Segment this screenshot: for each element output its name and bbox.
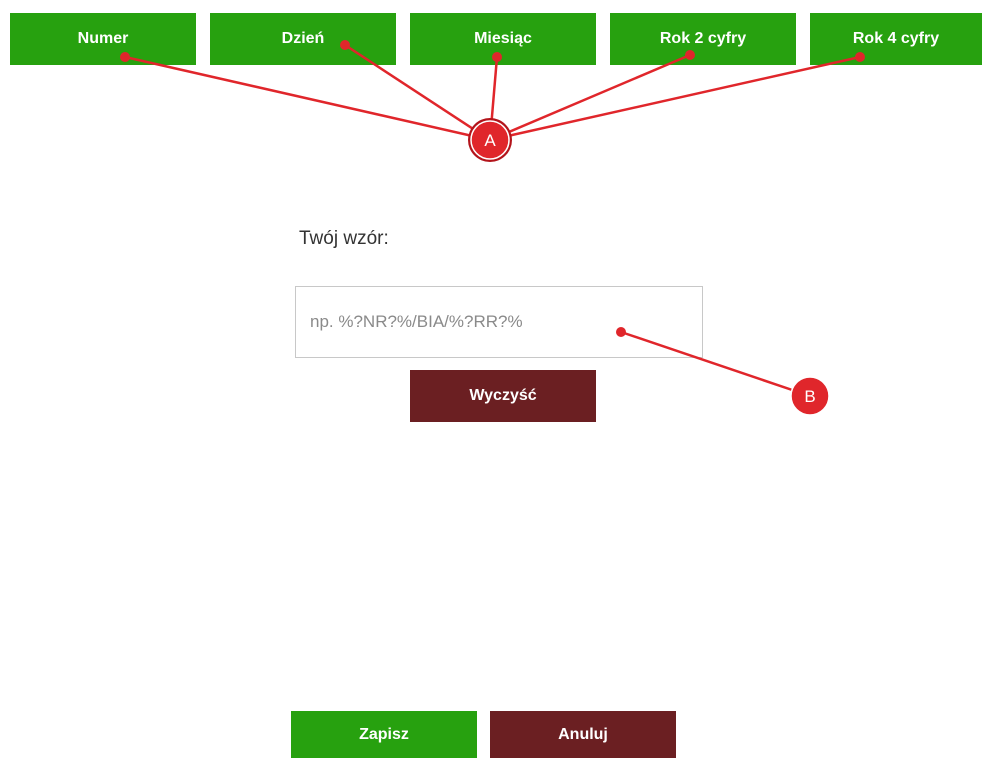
token-rok-4-cyfry-button[interactable]: Rok 4 cyfry bbox=[810, 13, 982, 65]
token-rok-2-cyfry-button[interactable]: Rok 2 cyfry bbox=[610, 13, 796, 65]
pattern-label: Twój wzór: bbox=[299, 228, 389, 249]
annotation-a-badge-shadow bbox=[468, 118, 512, 162]
annotation-a-label: A bbox=[484, 131, 496, 150]
pattern-input[interactable] bbox=[295, 286, 703, 358]
token-dzien-button[interactable]: Dzień bbox=[210, 13, 396, 65]
token-numer-button[interactable]: Numer bbox=[10, 13, 196, 65]
clear-button[interactable]: Wyczyść bbox=[410, 370, 596, 422]
cancel-button[interactable]: Anuluj bbox=[490, 711, 676, 758]
save-button[interactable]: Zapisz bbox=[291, 711, 477, 758]
annotation-a-badge bbox=[470, 120, 510, 160]
annotation-b-badge bbox=[790, 376, 830, 416]
annotation-b-label: B bbox=[804, 387, 815, 406]
token-miesiac-button[interactable]: Miesiąc bbox=[410, 13, 596, 65]
